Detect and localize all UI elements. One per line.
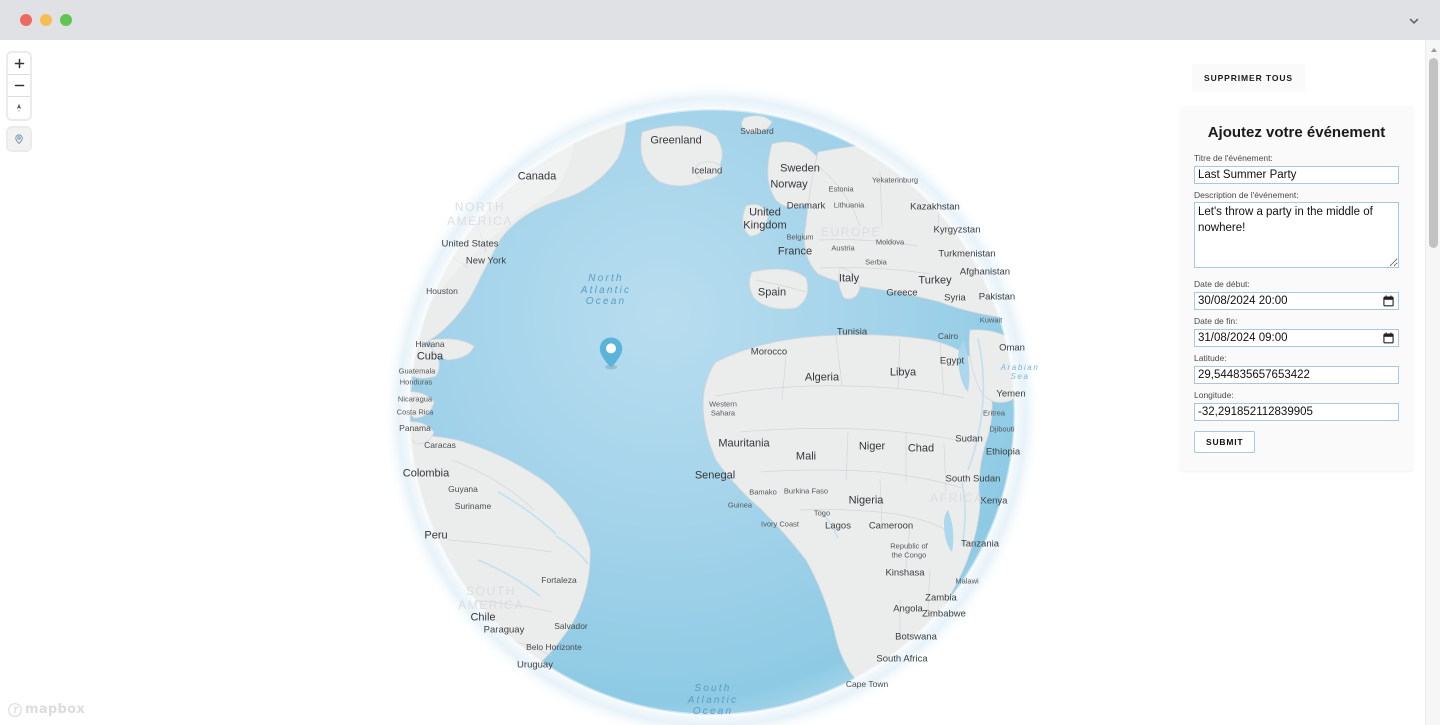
zoom-control-group <box>8 53 30 119</box>
page-scrollbar-thumb[interactable] <box>1429 58 1438 248</box>
field-end-date: Date de fin: <box>1194 316 1399 347</box>
zoom-out-button[interactable] <box>8 75 30 97</box>
app-window: Svalbard Greenland Iceland Sweden Norway Esto… <box>0 0 1440 725</box>
end-date-wrap <box>1194 328 1399 347</box>
minimize-button[interactable] <box>40 14 52 26</box>
description-label: Description de l'événement: <box>1194 190 1299 200</box>
field-title: Titre de l'événement: <box>1194 153 1399 184</box>
mapbox-wordmark: mapbox <box>25 702 86 717</box>
close-button[interactable] <box>20 14 32 26</box>
submit-button[interactable]: SUBMIT <box>1194 431 1256 453</box>
start-date-wrap <box>1194 291 1399 310</box>
window-titlebar <box>0 0 1440 40</box>
delete-all-events-button[interactable]: SUPPRIMER TOUS <box>1192 64 1305 92</box>
map-canvas[interactable]: Svalbard Greenland Iceland Sweden Norway Esto… <box>0 40 1168 725</box>
chevron-down-icon[interactable] <box>1406 13 1422 29</box>
traffic-light-group <box>20 14 72 26</box>
app-content: Svalbard Greenland Iceland Sweden Norway Esto… <box>0 40 1440 725</box>
start-date-label: Date de début: <box>1194 279 1250 289</box>
title-label: Titre de l'événement: <box>1194 153 1273 163</box>
globe: Svalbard Greenland Iceland Sweden Norway Esto… <box>0 40 1168 725</box>
field-latitude: Latitude: <box>1194 353 1399 384</box>
longitude-label: Longitude: <box>1194 390 1234 400</box>
page-scrollbar-track[interactable] <box>1425 40 1440 725</box>
event-title-input[interactable] <box>1194 166 1399 184</box>
mapbox-logo[interactable]: mapbox <box>8 702 85 717</box>
event-location-marker[interactable] <box>598 336 624 370</box>
event-start-date-input[interactable] <box>1194 292 1399 310</box>
field-start-date: Date de début: <box>1194 279 1399 310</box>
globe-graphic <box>382 82 1042 725</box>
geolocate-control-group <box>8 128 30 150</box>
geolocate-icon[interactable] <box>8 128 30 150</box>
field-description: Description de l'événement: Let's throw … <box>1194 190 1399 273</box>
event-description-input[interactable]: Let's throw a party in the middle of now… <box>1194 202 1399 268</box>
event-form-card: Ajoutez votre événement Titre de l'événe… <box>1180 106 1413 471</box>
end-date-label: Date de fin: <box>1194 316 1238 326</box>
field-longitude: Longitude: <box>1194 390 1399 421</box>
latitude-input[interactable] <box>1194 366 1399 384</box>
scroll-up-arrow-icon[interactable] <box>1426 44 1440 56</box>
event-end-date-input[interactable] <box>1194 329 1399 347</box>
maximize-button[interactable] <box>60 14 72 26</box>
latitude-label: Latitude: <box>1194 353 1227 363</box>
event-sidebar: SUPPRIMER TOUS Ajoutez votre événement T… <box>1168 40 1425 725</box>
zoom-in-button[interactable] <box>8 53 30 75</box>
compass-icon[interactable] <box>8 97 30 119</box>
form-title: Ajoutez votre événement <box>1207 124 1386 141</box>
map-controls <box>8 53 30 150</box>
longitude-input[interactable] <box>1194 403 1399 421</box>
